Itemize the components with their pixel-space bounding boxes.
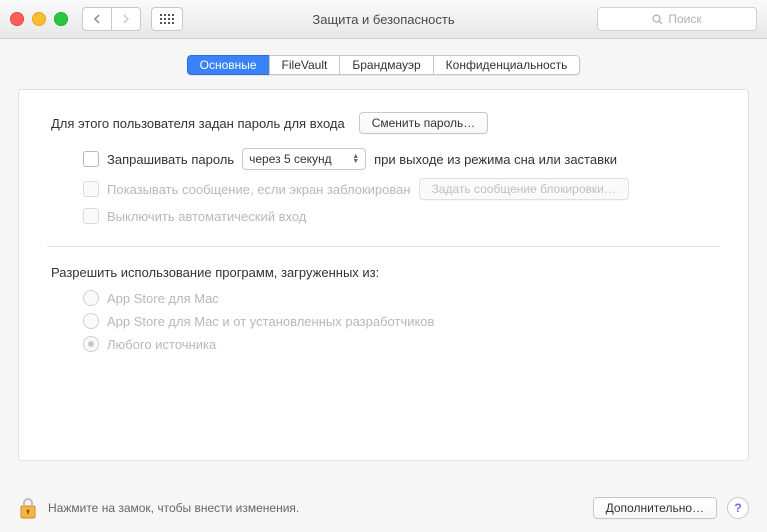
disable-autologin-checkbox[interactable]	[83, 208, 99, 224]
radio-appstore-identified[interactable]: App Store для Mac и от установленных раз…	[83, 313, 720, 329]
search-wrap: Поиск	[597, 7, 757, 31]
content: Основные FileVault Брандмауэр Конфиденци…	[0, 39, 767, 461]
help-button[interactable]: ?	[727, 497, 749, 519]
lock-hint: Нажмите на замок, чтобы внести изменения…	[48, 501, 299, 515]
show-message-row: Показывать сообщение, если экран заблоки…	[83, 178, 720, 200]
password-options: Запрашивать пароль через 5 секунд ▲▼ при…	[83, 148, 720, 224]
allow-apps-label: Разрешить использование программ, загруж…	[51, 265, 720, 280]
grid-icon	[160, 14, 174, 24]
zoom-window-icon[interactable]	[54, 12, 68, 26]
tab-general[interactable]: Основные	[187, 55, 269, 75]
close-window-icon[interactable]	[10, 12, 24, 26]
chevron-left-icon	[93, 14, 101, 24]
general-panel: Для этого пользователя задан пароль для …	[18, 89, 749, 461]
advanced-button[interactable]: Дополнительно…	[593, 497, 717, 519]
allow-apps-radios: App Store для Mac App Store для Mac и от…	[83, 290, 720, 352]
show-message-label: Показывать сообщение, если экран заблоки…	[107, 182, 411, 197]
require-password-delay-select[interactable]: через 5 секунд ▲▼	[242, 148, 366, 170]
tab-privacy[interactable]: Конфиденциальность	[433, 55, 581, 75]
question-icon: ?	[734, 501, 741, 515]
tab-firewall[interactable]: Брандмауэр	[339, 55, 432, 75]
forward-button[interactable]	[111, 7, 141, 31]
search-input[interactable]: Поиск	[597, 7, 757, 31]
updown-icon: ▲▼	[352, 154, 359, 164]
preferences-window: Защита и безопасность Поиск Основные Fil…	[0, 0, 767, 532]
change-password-button[interactable]: Сменить пароль…	[359, 112, 489, 134]
require-password-label: Запрашивать пароль	[107, 152, 234, 167]
password-set-label: Для этого пользователя задан пароль для …	[51, 116, 345, 131]
divider	[47, 246, 720, 247]
radio-appstore-identified-label: App Store для Mac и от установленных раз…	[107, 314, 434, 329]
disable-autologin-row: Выключить автоматический вход	[83, 208, 720, 224]
nav-segment	[82, 7, 141, 31]
back-button[interactable]	[82, 7, 111, 31]
require-password-checkbox[interactable]	[83, 151, 99, 167]
radio-anywhere[interactable]: Любого источника	[83, 336, 720, 352]
window-controls	[10, 12, 68, 26]
set-lock-message-button[interactable]: Задать сообщение блокировки…	[419, 178, 629, 200]
search-icon	[652, 14, 663, 25]
search-placeholder: Поиск	[668, 12, 701, 26]
show-all-button[interactable]	[151, 7, 183, 31]
radio-icon	[83, 313, 99, 329]
titlebar: Защита и безопасность Поиск	[0, 0, 767, 39]
lock-icon[interactable]	[18, 496, 38, 520]
tabs: Основные FileVault Брандмауэр Конфиденци…	[18, 55, 749, 75]
radio-icon	[83, 336, 99, 352]
radio-icon	[83, 290, 99, 306]
require-password-row: Запрашивать пароль через 5 секунд ▲▼ при…	[83, 148, 720, 170]
radio-appstore[interactable]: App Store для Mac	[83, 290, 720, 306]
chevron-right-icon	[122, 14, 130, 24]
tab-filevault[interactable]: FileVault	[269, 55, 340, 75]
disable-autologin-label: Выключить автоматический вход	[107, 209, 306, 224]
show-message-checkbox[interactable]	[83, 181, 99, 197]
tab-row: Основные FileVault Брандмауэр Конфиденци…	[187, 55, 581, 75]
require-password-suffix: при выходе из режима сна или заставки	[374, 152, 617, 167]
minimize-window-icon[interactable]	[32, 12, 46, 26]
password-row: Для этого пользователя задан пароль для …	[51, 112, 720, 134]
footer: Нажмите на замок, чтобы внести изменения…	[0, 484, 767, 532]
radio-anywhere-label: Любого источника	[107, 337, 216, 352]
radio-appstore-label: App Store для Mac	[107, 291, 219, 306]
